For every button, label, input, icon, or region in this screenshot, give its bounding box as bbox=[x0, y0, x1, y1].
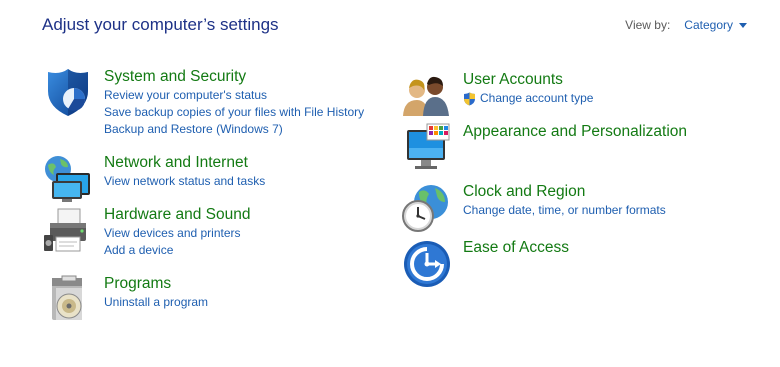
category-ease-of-access: Ease of Access bbox=[401, 238, 569, 290]
clock-and-region-heading[interactable]: Clock and Region bbox=[463, 182, 666, 201]
category-programs: Programs Uninstall a program bbox=[42, 274, 208, 326]
user-accounts-heading[interactable]: User Accounts bbox=[463, 70, 593, 89]
hardware-and-sound-heading[interactable]: Hardware and Sound bbox=[104, 205, 251, 224]
page-title: Adjust your computer’s settings bbox=[42, 15, 279, 34]
view-by-value: Category bbox=[684, 18, 733, 32]
category-appearance-personalization: Appearance and Personalization bbox=[401, 122, 687, 174]
category-clock-and-region: Clock and Region Change date, time, or n… bbox=[401, 182, 666, 234]
backup-restore-link[interactable]: Backup and Restore (Windows 7) bbox=[104, 121, 364, 138]
category-user-accounts: User Accounts Change account type bbox=[401, 70, 593, 122]
users-icon[interactable] bbox=[401, 70, 453, 122]
chevron-down-icon bbox=[739, 22, 747, 28]
uninstall-program-link[interactable]: Uninstall a program bbox=[104, 294, 208, 311]
file-history-link[interactable]: Save backup copies of your files with Fi… bbox=[104, 104, 364, 121]
network-and-internet-heading[interactable]: Network and Internet bbox=[104, 153, 265, 172]
change-account-type-link[interactable]: Change account type bbox=[463, 90, 593, 107]
monitor-palette-icon[interactable] bbox=[401, 122, 453, 174]
system-and-security-heading[interactable]: System and Security bbox=[104, 67, 364, 86]
shield-icon[interactable] bbox=[42, 67, 94, 119]
ease-of-access-heading[interactable]: Ease of Access bbox=[463, 238, 569, 257]
printer-icon[interactable] bbox=[42, 205, 94, 257]
programs-heading[interactable]: Programs bbox=[104, 274, 208, 293]
view-devices-printers-link[interactable]: View devices and printers bbox=[104, 225, 251, 242]
category-hardware-and-sound: Hardware and Sound View devices and prin… bbox=[42, 205, 251, 259]
category-network-and-internet: Network and Internet View network status… bbox=[42, 153, 265, 205]
add-device-link[interactable]: Add a device bbox=[104, 242, 251, 259]
view-by-dropdown[interactable]: Category bbox=[684, 18, 747, 32]
category-system-and-security: System and Security Review your computer… bbox=[42, 67, 364, 138]
uac-shield-icon bbox=[464, 92, 475, 105]
network-globe-icon[interactable] bbox=[42, 153, 94, 205]
ease-of-access-icon[interactable] bbox=[401, 238, 453, 290]
change-date-time-link[interactable]: Change date, time, or number formats bbox=[463, 202, 666, 219]
view-by-label: View by: bbox=[625, 18, 671, 32]
programs-disc-icon[interactable] bbox=[42, 274, 94, 326]
appearance-personalization-heading[interactable]: Appearance and Personalization bbox=[463, 122, 687, 141]
view-by-control: View by: Category bbox=[625, 18, 747, 32]
change-account-type-label: Change account type bbox=[480, 91, 594, 105]
review-status-link[interactable]: Review your computer's status bbox=[104, 87, 364, 104]
clock-globe-icon[interactable] bbox=[401, 182, 453, 234]
view-network-status-link[interactable]: View network status and tasks bbox=[104, 173, 265, 190]
